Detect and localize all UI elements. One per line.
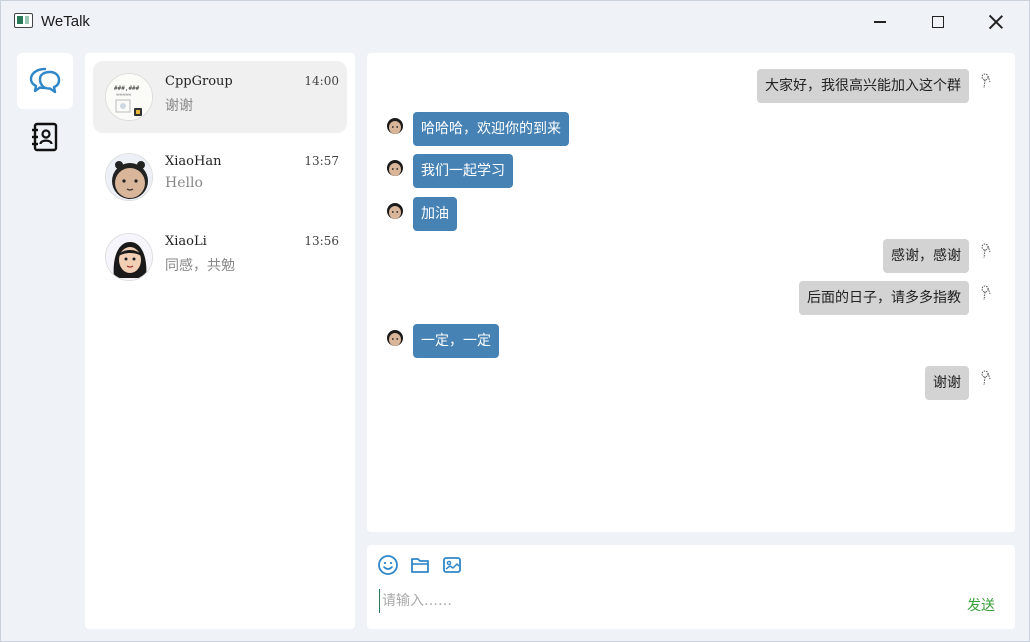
app-icon	[14, 13, 33, 28]
contacts-book-icon	[32, 122, 58, 152]
folder-icon[interactable]	[409, 554, 431, 576]
conversation-preview: 同感，共勉	[165, 258, 235, 274]
group-avatar: ###,### ≈≈≈≈≈	[105, 73, 153, 121]
conversation-name: CppGroup	[165, 74, 233, 89]
minimize-icon	[874, 21, 886, 23]
message-bubble-outgoing: 谢谢	[925, 366, 969, 400]
nav-chat-button[interactable]	[17, 53, 73, 109]
contact-avatar-icon	[387, 330, 403, 346]
conversation-time: 13:57	[304, 154, 339, 168]
nav-contacts-button[interactable]	[17, 111, 73, 163]
conversation-name: XiaoLi	[165, 234, 207, 249]
conversation-item-xiaoli[interactable]: XiaoLi 13:56 同感，共勉	[93, 221, 347, 293]
app-window: WeTalk ###,### ≈≈≈≈≈ CppGroup 14:00 谢谢 X…	[0, 0, 1030, 642]
message-bubble-outgoing: 感谢，感谢	[883, 239, 969, 273]
title-bar: WeTalk	[1, 1, 1030, 43]
message-area: 大家好，我很高兴能加入这个群 哈哈哈，欢迎你的到来 我们一起学习 加油 感谢，感…	[367, 53, 1015, 532]
conversation-name: XiaoHan	[165, 154, 222, 169]
maximize-icon	[932, 16, 944, 28]
conversation-item-xiaohan[interactable]: XiaoHan 13:57 Hello	[93, 141, 347, 213]
contact-avatar-icon	[387, 203, 403, 219]
image-icon[interactable]	[441, 554, 463, 576]
contact-avatar-icon	[387, 118, 403, 134]
svg-text:≈≈≈≈≈: ≈≈≈≈≈	[116, 92, 131, 98]
message-bubble-incoming: 加油	[413, 197, 457, 231]
conversation-preview: 谢谢	[165, 98, 193, 114]
conversation-item-cppgroup[interactable]: ###,### ≈≈≈≈≈ CppGroup 14:00 谢谢	[93, 61, 347, 133]
conversation-list: ###,### ≈≈≈≈≈ CppGroup 14:00 谢谢 XiaoHan …	[85, 53, 355, 629]
my-avatar-icon	[981, 370, 991, 386]
chat-bubbles-icon	[29, 67, 61, 94]
my-avatar-icon	[981, 243, 991, 259]
close-button[interactable]	[967, 1, 1025, 43]
message-bubble-incoming: 哈哈哈，欢迎你的到来	[413, 112, 569, 146]
conversation-time: 13:56	[304, 234, 339, 248]
my-avatar-icon	[981, 285, 991, 301]
my-avatar-icon	[981, 73, 991, 89]
minimize-button[interactable]	[851, 1, 909, 43]
conversation-preview: Hello	[165, 175, 203, 191]
svg-text:###,###: ###,###	[114, 85, 140, 92]
user-avatar	[105, 153, 153, 201]
close-icon	[989, 15, 1003, 29]
send-button[interactable]: 发送	[967, 595, 995, 615]
contact-avatar-icon	[387, 160, 403, 176]
message-input[interactable]	[379, 589, 939, 613]
message-bubble-incoming: 一定，一定	[413, 324, 499, 358]
user-avatar	[105, 233, 153, 281]
message-bubble-outgoing: 大家好，我很高兴能加入这个群	[757, 69, 969, 103]
maximize-button[interactable]	[909, 1, 967, 43]
emoji-icon[interactable]	[377, 554, 399, 576]
message-bubble-outgoing: 后面的日子，请多多指教	[799, 281, 969, 315]
composer: 发送	[367, 545, 1015, 629]
conversation-time: 14:00	[304, 74, 339, 88]
window-title: WeTalk	[41, 13, 90, 30]
message-bubble-incoming: 我们一起学习	[413, 154, 513, 188]
